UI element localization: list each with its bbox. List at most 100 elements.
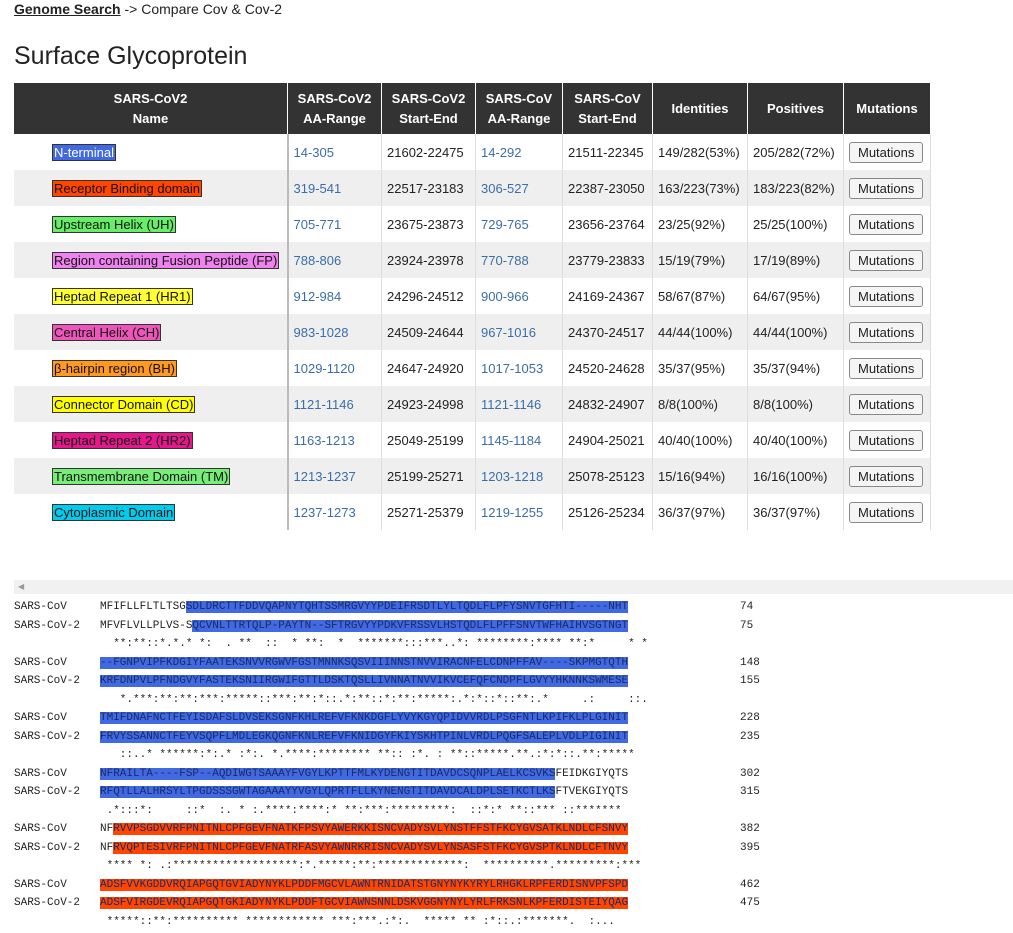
sars-cov-aa-range-cell[interactable]: 1203-1218: [475, 458, 563, 494]
sars-cov2-aa-range-cell[interactable]: 705-771: [286, 206, 382, 242]
sars-cov2-aa-range-cell[interactable]: 912-984: [286, 278, 382, 314]
alignment-row: SARS-CoV --FGNPVIPFKDGIYFAATEKSNVVRGWVFGS…: [14, 654, 760, 673]
sars-cov-aa-range-link[interactable]: 729-765: [481, 217, 529, 232]
mutations-button[interactable]: Mutations: [849, 177, 924, 199]
sars-cov-start-end: 21511-22345: [562, 134, 653, 170]
sars-cov-aa-range-cell[interactable]: 967-1016: [475, 314, 563, 350]
sequence-position: 395: [740, 841, 760, 854]
sequence-text: NFRAILTA----FSP--AQDIWGTSAAAYFVGYLKPTTFM…: [100, 765, 734, 784]
sequence-position: 155: [740, 675, 760, 687]
sars-cov2-aa-range-link[interactable]: 788-806: [294, 253, 342, 268]
mutations-button[interactable]: Mutations: [849, 141, 924, 163]
column-header-7: Positives: [747, 83, 844, 134]
sars-cov-aa-range-link[interactable]: 900-966: [481, 289, 529, 304]
sars-cov2-aa-range-link[interactable]: 705-771: [294, 217, 342, 232]
sequence-position: 315: [740, 786, 760, 798]
sequence-text: MFVFLVLLPLVS-SQCVNLTTRTQLP-PAYTN--SFTRGV…: [100, 617, 734, 636]
sars-cov2-aa-range-cell[interactable]: 1121-1146: [286, 386, 382, 422]
sars-cov2-aa-range-link[interactable]: 1121-1146: [294, 397, 354, 412]
sars-cov-aa-range-cell[interactable]: 1219-1255: [475, 494, 563, 530]
sequence-position: 148: [740, 656, 760, 669]
table-row: Region containing Fusion Peptide (FP) 788…: [14, 242, 931, 278]
sequence-text: TMIFDNAFNCTFEYISDAFSLDVSEKSGNFKHLREFVFKN…: [100, 709, 734, 728]
identities-cell: 58/67(87%): [652, 278, 748, 314]
region-name-label: Connector Domain (CD): [52, 395, 196, 413]
sars-cov2-aa-range-cell[interactable]: 788-806: [286, 242, 382, 278]
horizontal-scrollbar[interactable]: ◀: [14, 580, 1013, 594]
sars-cov-aa-range-cell[interactable]: 1017-1053: [475, 350, 563, 386]
sequence-text: RFQTLLALHRSYLTPGDSSSGWTAGAAAYYVGYLQPRTFL…: [100, 783, 734, 802]
sars-cov-aa-range-link[interactable]: 1121-1146: [481, 397, 541, 412]
mutations-button[interactable]: Mutations: [849, 393, 924, 415]
sars-cov2-aa-range-cell[interactable]: 1213-1237: [286, 458, 382, 494]
mutations-button[interactable]: Mutations: [849, 465, 924, 487]
table-row: Upstream Helix (UH) 705-771 23675-23873 729…: [14, 206, 931, 242]
sars-cov-start-end: 24370-24517: [562, 314, 653, 350]
sars-cov2-aa-range-link[interactable]: 1163-1213: [294, 433, 355, 448]
scroll-left-arrow-icon[interactable]: ◀: [18, 582, 24, 591]
region-name-cell: Heptad Repeat 2 (HR2): [14, 422, 288, 458]
sars-cov2-aa-range-cell[interactable]: 14-305: [286, 134, 382, 170]
sars-cov2-aa-range-link[interactable]: 1029-1120: [294, 361, 355, 376]
sars-cov-aa-range-link[interactable]: 1145-1184: [481, 433, 541, 448]
sequence-name: SARS-CoV-2: [14, 897, 81, 909]
sars-cov-aa-range-link[interactable]: 1017-1053: [481, 361, 543, 376]
sequence-position: 235: [740, 730, 760, 743]
positives-cell: 40/40(100%): [747, 422, 844, 458]
mutations-button[interactable]: Mutations: [849, 213, 924, 235]
sars-cov2-aa-range-link[interactable]: 912-984: [294, 289, 342, 304]
sequence-highlighted-region: RVVPSGDVVRFPNITNLCPFGEVFNATKFPSVYAWERKKI…: [113, 823, 629, 835]
sars-cov2-aa-range-cell[interactable]: 319-541: [286, 170, 382, 206]
breadcrumb-genome-search-link[interactable]: Genome Search: [14, 1, 121, 17]
mutations-button[interactable]: Mutations: [849, 501, 924, 523]
alignment-row: SARS-CoV NFRAILTA----FSP--AQDIWGTSAAAYFVG…: [14, 765, 760, 784]
sars-cov2-aa-range-link[interactable]: 1237-1273: [294, 505, 356, 520]
sars-cov-aa-range-link[interactable]: 967-1016: [481, 325, 536, 340]
sars-cov2-start-end: 24296-24512: [381, 278, 476, 314]
region-name-cell: Transmembrane Domain (TM): [14, 458, 288, 494]
table-row: Connector Domain (CD) 1121-1146 24923-2499…: [14, 386, 931, 422]
sars-cov2-aa-range-cell[interactable]: 1029-1120: [286, 350, 382, 386]
sequence-highlighted-region: ADSFVIRGDEVRQIAPGQTGKIADYNYKLPDDFTGCVIAW…: [100, 897, 629, 909]
sequence-position: 75: [740, 619, 754, 632]
region-name-cell: Receptor Binding domain: [14, 170, 288, 206]
sars-cov2-aa-range-cell[interactable]: 1237-1273: [286, 494, 382, 530]
sars-cov-aa-range-link[interactable]: 1219-1255: [481, 505, 543, 520]
conservation-row: *.***:**:**:***:*****::***:**:*::.*:**::…: [14, 691, 760, 710]
sars-cov2-aa-range-cell[interactable]: 983-1028: [286, 314, 382, 350]
sars-cov-aa-range-link[interactable]: 1203-1218: [481, 469, 543, 484]
sequence-highlighted-region: FRVYSSANNCTFEYVSQPFLMDLEGKQGNFKNLREFVFKN…: [100, 730, 629, 743]
sars-cov-aa-range-cell[interactable]: 1121-1146: [475, 386, 563, 422]
sars-cov2-aa-range-link[interactable]: 319-541: [294, 181, 342, 196]
identities-cell: 23/25(92%): [652, 206, 748, 242]
sars-cov2-aa-range-link[interactable]: 1213-1237: [294, 469, 356, 484]
sars-cov-aa-range-cell[interactable]: 306-527: [475, 170, 563, 206]
sequence-position: 462: [740, 878, 760, 891]
sars-cov-aa-range-link[interactable]: 14-292: [481, 145, 521, 160]
mutations-cell: Mutations: [843, 134, 931, 170]
sars-cov2-aa-range-cell[interactable]: 1163-1213: [286, 422, 382, 458]
sequence-text: --FGNPVIPFKDGIYFAATEKSNVVRGWVFGSTMNNKSQS…: [100, 654, 734, 673]
mutations-button[interactable]: Mutations: [849, 249, 924, 271]
sars-cov2-aa-range-link[interactable]: 983-1028: [294, 325, 349, 340]
region-name-label: Region containing Fusion Peptide (FP): [52, 251, 280, 269]
sars-cov-aa-range-link[interactable]: 306-527: [481, 181, 529, 196]
sars-cov-aa-range-cell[interactable]: 1145-1184: [475, 422, 563, 458]
mutations-cell: Mutations: [843, 422, 931, 458]
table-row: Central Helix (CH) 983-1028 24509-24644 967…: [14, 314, 931, 350]
mutations-button[interactable]: Mutations: [849, 357, 924, 379]
sars-cov2-aa-range-link[interactable]: 14-305: [294, 145, 334, 160]
sequence-name: SARS-CoV: [14, 878, 67, 891]
sars-cov-aa-range-cell[interactable]: 900-966: [475, 278, 563, 314]
sars-cov-start-end: 24520-24628: [562, 350, 653, 386]
sequence-name: SARS-CoV: [14, 767, 67, 780]
sars-cov-aa-range-link[interactable]: 770-788: [481, 253, 529, 268]
mutations-button[interactable]: Mutations: [849, 285, 924, 307]
sars-cov-aa-range-cell[interactable]: 770-788: [475, 242, 563, 278]
mutations-button[interactable]: Mutations: [849, 429, 924, 451]
alignment-row: SARS-CoV MFIFLLFLTLTSGSDLDRCTTFDDVQAPNYTQ…: [14, 598, 760, 617]
sars-cov-aa-range-cell[interactable]: 729-765: [475, 206, 563, 242]
mutations-button[interactable]: Mutations: [849, 321, 924, 343]
sars-cov-aa-range-cell[interactable]: 14-292: [475, 134, 563, 170]
breadcrumb: Genome Search -> Compare Cov & Cov-2: [14, 0, 282, 18]
